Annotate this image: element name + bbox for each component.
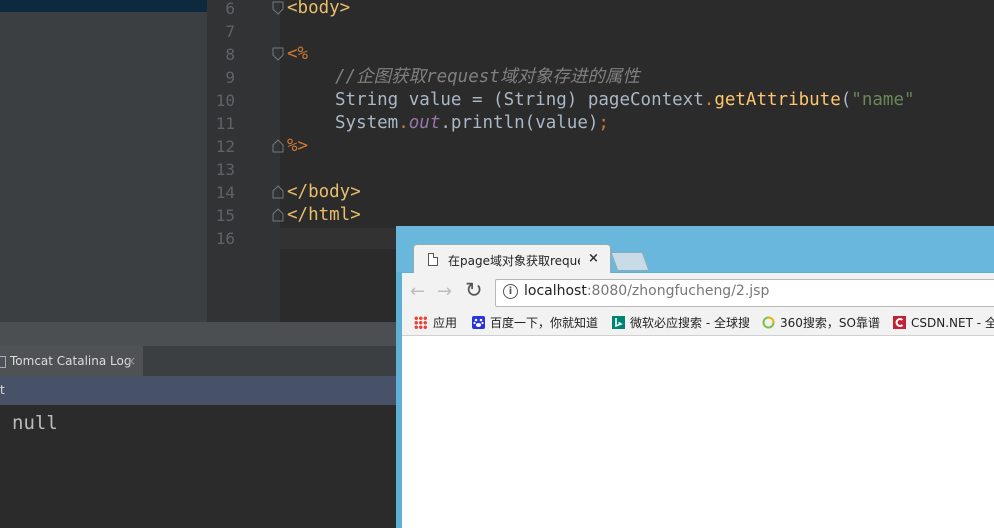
line-number: 6 [225, 0, 235, 18]
bookmark-label: 微软必应搜索 - 全球搜 [630, 316, 750, 330]
new-tab-button[interactable] [610, 252, 650, 271]
bookmark-label: 应用 [433, 316, 458, 330]
code-token: String value = (String) pageContext [335, 90, 704, 110]
code-token: . [398, 113, 409, 133]
panel-splitter[interactable] [0, 322, 396, 347]
line-number: 15 [215, 206, 235, 225]
code-line-12: %> [287, 136, 309, 156]
code-token: .println(value) [440, 113, 599, 133]
bookmark-360[interactable]: 360搜索，SO靠谱 [762, 314, 880, 331]
bookmark-label: CSDN.NET - 全 [911, 316, 994, 330]
line-number: 16 [215, 229, 235, 248]
line-number: 8 [225, 45, 235, 64]
bing-icon [612, 316, 625, 329]
page-icon [428, 253, 438, 266]
bookmark-baidu[interactable]: 百度一下，你就知道 [472, 314, 598, 331]
console-subbar: t [0, 376, 396, 405]
code-line-10: String value = (String) pageContext.getA… [335, 89, 915, 112]
code-line-11: System.out.println(value); [335, 112, 609, 135]
fold-end-marker-icon[interactable] [272, 185, 284, 199]
apps-grid-icon [414, 316, 427, 329]
info-icon[interactable]: i [503, 284, 518, 299]
baidu-paw-icon [472, 316, 485, 329]
browser-page-content[interactable] [402, 336, 994, 528]
360-search-icon [762, 316, 775, 329]
line-number: 12 [215, 137, 235, 156]
code-token: ; [598, 113, 609, 133]
caret-line-highlight [280, 228, 396, 249]
url-host: localhost [524, 283, 587, 299]
url-text[interactable]: localhost:8080/zhongfucheng/2.jsp [524, 283, 769, 299]
code-line-6: <body> [287, 0, 351, 18]
fold-end-marker-icon[interactable] [272, 208, 284, 222]
line-number: 10 [215, 91, 235, 110]
fold-marker-icon[interactable] [272, 1, 284, 15]
csdn-icon [893, 316, 906, 329]
bookmark-bing[interactable]: 微软必应搜索 - 全球搜 [612, 314, 750, 331]
code-token: System [335, 113, 399, 133]
browser-tab-title: 在page域对象获取reque [448, 254, 580, 268]
close-tab-icon[interactable]: × [126, 346, 136, 376]
line-number: 7 [225, 22, 235, 41]
console-output-area[interactable] [0, 405, 396, 528]
code-line-15: </html> [287, 205, 361, 225]
tab-tomcat-catalina-log[interactable]: Tomcat Catalina Log × [0, 346, 143, 376]
code-line-9: //企图获取request域对象存进的属性 [335, 67, 640, 87]
code-line-8: <% [287, 44, 309, 64]
browser-tab-active[interactable]: 在page域对象获取reque × [413, 244, 611, 275]
project-panel-header [0, 0, 207, 12]
bookmark-csdn[interactable]: CSDN.NET - 全 [893, 314, 994, 331]
bookmark-label: 百度一下，你就知道 [490, 316, 599, 330]
bookmark-label: 360搜索，SO靠谱 [780, 316, 880, 330]
line-number: 9 [225, 68, 235, 87]
close-tab-icon[interactable]: × [588, 251, 599, 266]
url-path: :8080/zhongfucheng/2.jsp [586, 283, 770, 299]
forward-arrow-icon[interactable]: → [437, 281, 452, 302]
console-output-text: null [12, 412, 58, 434]
line-number: 11 [215, 114, 235, 133]
code-line-14: </body> [287, 182, 361, 202]
code-token: "name" [851, 90, 915, 110]
reload-icon[interactable]: ↻ [465, 278, 483, 302]
code-token: getAttribute [714, 90, 841, 110]
fold-end-marker-icon[interactable] [272, 139, 284, 153]
line-number: 14 [215, 183, 235, 202]
code-token: . [703, 90, 715, 110]
bookmark-apps[interactable]: 应用 [414, 314, 457, 331]
code-token: out [408, 113, 441, 133]
code-token: ( [840, 90, 852, 110]
project-panel [0, 0, 207, 322]
back-arrow-icon[interactable]: ← [410, 281, 425, 302]
line-number: 13 [215, 160, 235, 179]
tab-label: Tomcat Catalina Log [10, 354, 132, 368]
fold-marker-icon[interactable] [272, 47, 284, 61]
log-file-icon [0, 356, 6, 368]
subbar-label: t [0, 383, 5, 397]
